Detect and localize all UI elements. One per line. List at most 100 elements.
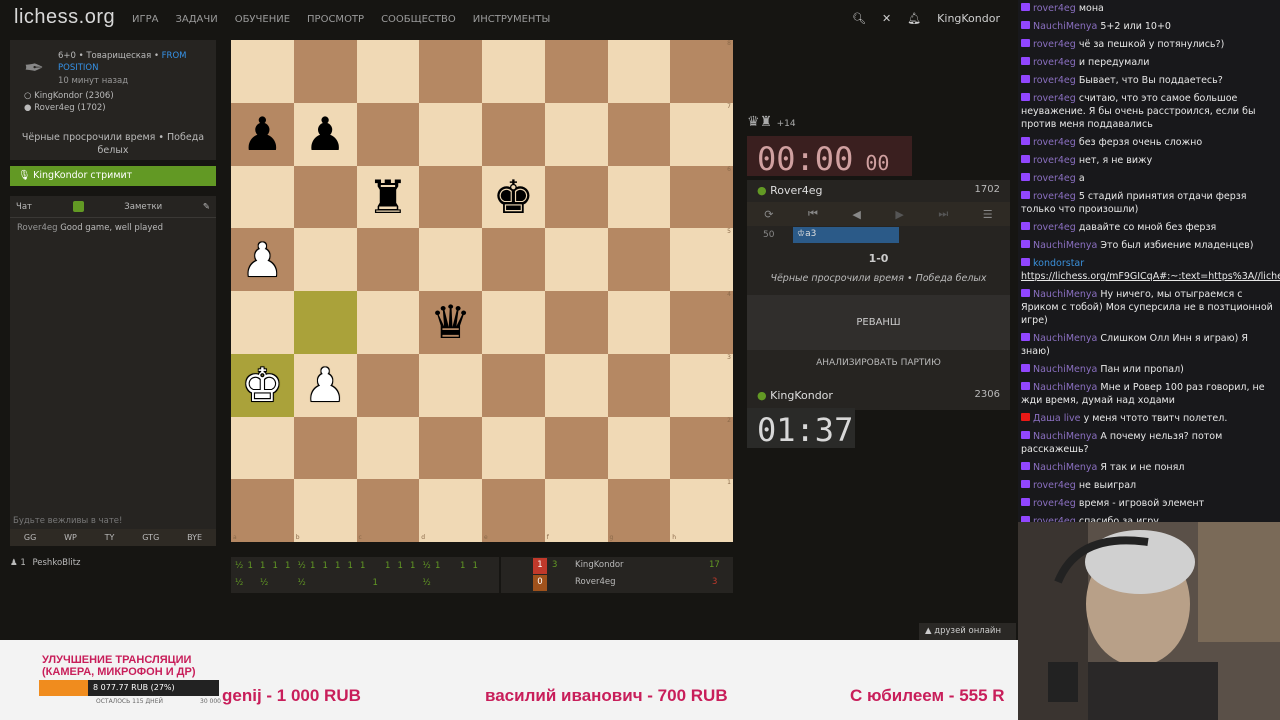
crosstable-cell[interactable]: ½ [260,578,273,588]
square-a7[interactable]: ♟ [231,102,294,166]
square-d5[interactable] [419,228,482,291]
square-b5[interactable] [293,228,357,291]
crosstable-cell[interactable]: 1 [248,561,261,571]
crosstable-cell[interactable] [310,578,323,588]
square-h2[interactable]: 2 [670,416,733,480]
square-h5[interactable]: 5 [670,228,733,291]
chat-toggle[interactable] [72,201,84,212]
crosstable-cell[interactable] [348,578,361,588]
crosstable-player2[interactable]: Rover4eg [575,577,616,587]
quick-bye[interactable]: BYE [187,533,202,542]
square-f4[interactable] [544,291,608,354]
crosstable-cell[interactable]: 1 [385,561,398,571]
square-f5[interactable] [544,228,608,291]
square-g8[interactable] [607,40,671,103]
crosstable-cell[interactable]: 1 [310,561,323,571]
crosstable-cell[interactable]: 1 [348,561,361,571]
square-d6[interactable] [419,165,482,229]
chat-input[interactable]: Будьте вежливы в чате! [13,516,122,526]
black-player-row[interactable]: ● Rover4eg [757,184,823,197]
crosstable-cell[interactable]: 1 [435,561,448,571]
crosstable-cell[interactable]: 1 [323,561,336,571]
first-move-icon[interactable]: ⏮︎ [808,207,818,221]
square-b4[interactable] [293,291,357,354]
quick-gtg[interactable]: GTG [142,533,159,542]
stream-chat-user[interactable]: rover4eg [1033,39,1076,50]
black-player-line[interactable]: ● Rover4eg (1702) [24,103,106,113]
crosstable-cell[interactable] [273,578,286,588]
tab-notes[interactable]: Заметки [124,202,162,212]
nav-puzzles[interactable]: ЗАДАЧИ [175,14,217,25]
crosstable-cell[interactable]: 1 [260,561,273,571]
crosstable-cell[interactable]: ½ [235,578,248,588]
stream-chat-user[interactable]: rover4eg [1033,222,1076,233]
crosstable-cell[interactable] [248,578,261,588]
square-e8[interactable] [482,40,545,103]
nav-tools[interactable]: ИНСТРУМЕНТЫ [473,14,551,25]
crosstable-player1[interactable]: KingKondor [575,560,624,570]
stream-chat-user[interactable]: rover4eg [1033,480,1076,491]
square-h1[interactable]: 1h [670,479,733,542]
streamer-banner[interactable]: 🎙︎ KingKondor стримит [10,166,216,186]
square-f2[interactable] [544,416,608,480]
square-c2[interactable] [356,416,420,480]
crosstable-cell[interactable] [335,578,348,588]
flip-board-icon[interactable]: ⟳ [764,208,773,221]
stream-chat-user[interactable]: rover4eg [1033,498,1076,509]
next-move-icon[interactable]: ▶ [895,208,903,221]
stream-chat-user[interactable]: kondorstar [1033,258,1084,269]
square-b8[interactable] [293,40,357,103]
piece-a7[interactable]: ♟ [242,111,283,157]
stream-chat-user[interactable]: rover4eg [1033,3,1076,14]
square-d1[interactable]: d [419,479,482,542]
crosstable-cell[interactable] [285,578,298,588]
crosstable-cell[interactable]: 1 [398,561,411,571]
square-e2[interactable] [482,416,545,480]
square-e5[interactable] [482,228,545,291]
prev-move-icon[interactable]: ◀ [852,208,860,221]
crosstable-cell[interactable] [385,578,398,588]
square-d2[interactable] [419,416,482,480]
crosstable-cell[interactable] [323,578,336,588]
square-b7[interactable]: ♟ [293,102,357,166]
crosstable-cell[interactable]: 1 [473,561,486,571]
crosstable-cell[interactable] [398,578,411,588]
crosstable-cell[interactable] [448,561,461,571]
crosstable-cell[interactable] [373,561,386,571]
user-menu[interactable]: KingKondor [937,12,1000,25]
square-g2[interactable] [607,416,671,480]
square-a2[interactable] [231,416,294,480]
crosstable-cell[interactable]: ½ [423,561,436,571]
stream-chat-user[interactable]: rover4eg [1033,191,1076,202]
stream-chat-text[interactable]: https://lichess.org/mF9GICqA#:~:text=htt… [1021,271,1280,282]
square-a5[interactable]: ♟ [231,228,294,291]
crosstable-cell[interactable]: ½ [235,561,248,571]
stream-chat-user[interactable]: NauchiMenya [1033,431,1097,442]
piece-b7[interactable]: ♟ [305,111,346,157]
square-a6[interactable] [231,165,294,229]
piece-d4[interactable]: ♛ [430,299,471,345]
crosstable-cell[interactable]: 1 [410,561,423,571]
square-a8[interactable] [231,40,294,103]
square-g7[interactable] [607,102,671,166]
piece-a5[interactable]: ♟ [242,237,283,283]
square-b2[interactable] [293,416,357,480]
stream-chat-user[interactable]: NauchiMenya [1033,364,1097,375]
lichess-logo[interactable]: lichess.org [14,6,115,29]
square-g4[interactable] [607,291,671,354]
square-d7[interactable] [419,102,482,166]
stream-chat-user[interactable]: Даша live [1033,413,1081,424]
square-a3[interactable]: ♚ [231,353,294,417]
square-h4[interactable]: 4 [670,291,733,354]
square-g6[interactable] [607,165,671,229]
square-h7[interactable]: 7 [670,102,733,166]
stream-chat-user[interactable]: NauchiMenya [1033,382,1097,393]
square-d4[interactable]: ♛ [419,291,482,354]
stream-chat-user[interactable]: NauchiMenya [1033,21,1097,32]
stream-chat-user[interactable]: NauchiMenya [1033,289,1097,300]
crosstable-cell[interactable]: 1 [373,578,386,588]
white-player-row[interactable]: ● KingKondor [757,389,833,402]
square-h8[interactable]: 8 [670,40,733,103]
square-h6[interactable]: 6 [670,165,733,229]
stream-chat-user[interactable]: NauchiMenya [1033,240,1097,251]
